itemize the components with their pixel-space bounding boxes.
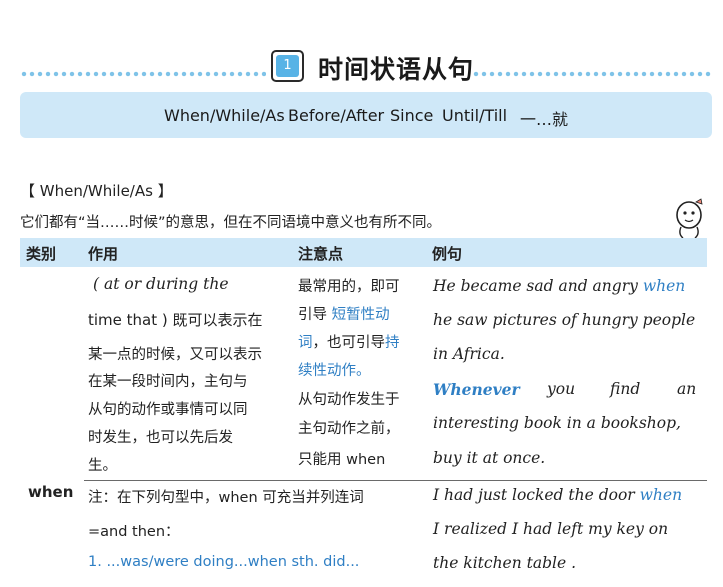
example-text: an — [677, 380, 697, 398]
example-line: buy it at once. — [433, 449, 546, 467]
section-number-badge: 1 — [271, 50, 304, 82]
usage-note-line: =and then： — [88, 524, 180, 540]
subsection-intro: 它们都有“当……时候”的意思，但在不同语境中意义也有所不同。 — [20, 215, 442, 231]
note-highlight: 短暂性动 — [331, 307, 390, 323]
usage-line: 从句的动作或事情可以同 — [88, 402, 248, 418]
example-line: I realized I had left my key on — [433, 520, 669, 538]
note-line: 词，也可引导持 — [298, 331, 400, 352]
example-text: you — [547, 380, 576, 398]
usage-line: time that ) 既可以表示在 — [88, 311, 263, 329]
note-line: 最常用的，即可 — [298, 279, 400, 295]
conjunction-banner: When/While/As Before/After Since Until/T… — [20, 92, 712, 138]
cartoon-character-icon — [676, 198, 703, 239]
banner-item: 一…就 — [520, 110, 569, 129]
example-text: I had just locked the door — [433, 486, 635, 504]
header-usage: 作用 — [88, 245, 119, 263]
example-line: the kitchen table . — [433, 554, 577, 572]
table-header: 类别 作用 注意点 例句 — [20, 238, 707, 267]
row-divider — [84, 480, 707, 481]
dotted-rule-left — [20, 71, 266, 77]
example-line: he saw pictures of hungry people — [433, 311, 696, 329]
banner-item: Before/After — [288, 106, 385, 125]
example-keyword: when — [642, 277, 686, 295]
note-line: 只能用 when — [298, 452, 386, 468]
usage-line: 生。 — [88, 458, 117, 474]
section-title: 时间状语从句 — [318, 55, 475, 84]
example-text: He became sad and angry — [433, 277, 638, 295]
header-notes: 注意点 — [298, 245, 344, 263]
example-keyword: when — [639, 486, 683, 504]
note-highlight: 词 — [298, 335, 313, 351]
usage-line: ( at or during the — [93, 275, 229, 293]
subsection-heading: 【 When/While/As 】 — [20, 182, 173, 200]
note-line: 续性动作。 — [298, 363, 371, 379]
example-line: He became sad and angry when — [433, 277, 685, 295]
usage-line: 在某一段时间内，主句与 — [88, 374, 248, 390]
usage-note-line: 注：在下列句型中，when 可充当并列连词 — [88, 490, 364, 506]
example-keyword: Whenever — [433, 380, 520, 399]
note-highlight: 持 — [385, 335, 400, 351]
header-example: 例句 — [432, 245, 463, 263]
example-line: interesting book in a bookshop, — [433, 414, 681, 432]
header-category: 类别 — [26, 245, 57, 263]
note-text: ，也可引导 — [312, 335, 386, 351]
note-line: 从句动作发生于 — [298, 392, 400, 408]
note-line: 主句动作之前， — [298, 421, 400, 437]
note-text: 引导 — [298, 307, 327, 323]
banner-item: Since — [390, 106, 434, 125]
section-number: 1 — [276, 55, 299, 77]
dotted-rule-right — [472, 71, 712, 77]
category-label: when — [28, 483, 74, 501]
sentence-pattern: 1. ...was/were doing...when sth. did... — [88, 554, 360, 570]
example-line: I had just locked the door when — [433, 486, 682, 504]
banner-item: When/While/As — [164, 106, 285, 125]
example-text: find — [610, 380, 641, 398]
example-line: in Africa. — [433, 345, 505, 363]
note-line: 引导 短暂性动 — [298, 303, 390, 324]
usage-line: 时发生，也可以先后发 — [88, 430, 233, 446]
usage-line: 某一点的时候，又可以表示 — [88, 347, 262, 363]
banner-item: Until/Till — [442, 106, 508, 125]
